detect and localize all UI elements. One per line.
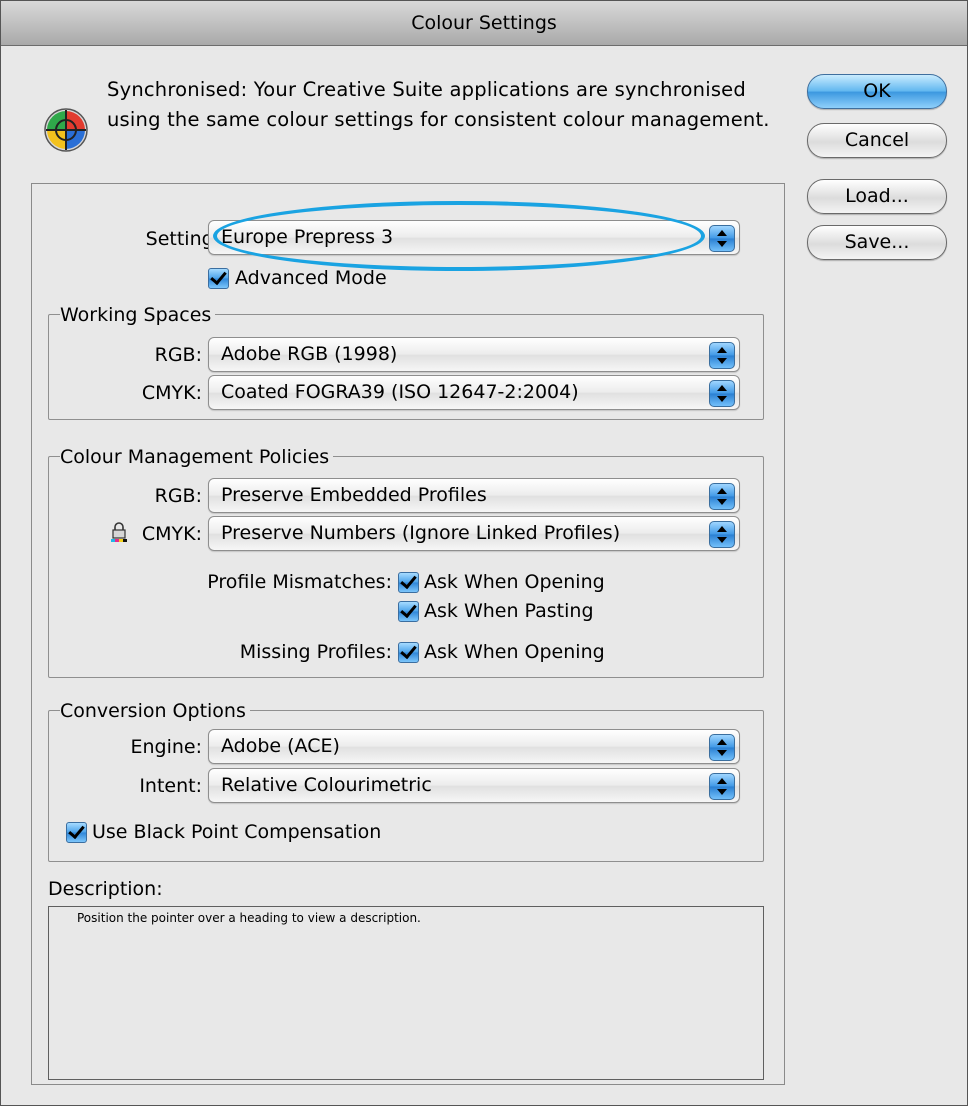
ws-rgb-value: Adobe RGB (1998): [221, 343, 398, 365]
chevron-updown-icon: [709, 521, 735, 548]
pol-cmyk-select[interactable]: Preserve Numbers (Ignore Linked Profiles…: [208, 516, 740, 551]
ws-rgb-select[interactable]: Adobe RGB (1998): [208, 337, 740, 372]
ws-cmyk-value: Coated FOGRA39 (ISO 12647-2:2004): [221, 381, 579, 403]
conversion-title: Conversion Options: [60, 700, 250, 722]
engine-value: Adobe (ACE): [221, 735, 340, 757]
intent-value: Relative Colourimetric: [221, 774, 432, 796]
ws-cmyk-label: CMYK:: [141, 382, 202, 404]
missing-profiles-label: Missing Profiles:: [239, 641, 392, 663]
settings-panel: Settings: Europe Prepress 3 Advanced Mod…: [31, 183, 785, 1085]
save-button[interactable]: Save...: [807, 225, 947, 260]
missing-opening-label: Ask When Opening: [424, 641, 605, 663]
engine-select[interactable]: Adobe (ACE): [208, 729, 740, 764]
chevron-updown-icon: [709, 483, 735, 510]
profile-mismatches-label: Profile Mismatches:: [207, 571, 392, 593]
sync-line-2: using the same colour settings for consi…: [107, 108, 770, 131]
ws-rgb-label: RGB:: [154, 344, 202, 366]
chevron-updown-icon: [709, 342, 735, 369]
black-point-label: Use Black Point Compensation: [92, 821, 382, 843]
chevron-updown-icon: [709, 773, 735, 800]
intent-label: Intent:: [139, 775, 202, 797]
engine-label: Engine:: [130, 736, 202, 758]
black-point-checkbox[interactable]: [66, 822, 87, 843]
chevron-updown-icon: [709, 380, 735, 407]
sync-line-1: Synchronised: Your Creative Suite applic…: [107, 78, 746, 101]
missing-opening-checkbox[interactable]: [398, 642, 419, 663]
sync-message: Synchronised: Your Creative Suite applic…: [107, 75, 787, 135]
pol-rgb-select[interactable]: Preserve Embedded Profiles: [208, 478, 740, 513]
advanced-mode-checkbox[interactable]: [208, 268, 229, 289]
colour-settings-dialog: Colour Settings Synchronised: Your Creat…: [0, 0, 968, 1106]
window-title: Colour Settings: [1, 1, 967, 46]
cancel-button[interactable]: Cancel: [807, 123, 947, 158]
intent-select[interactable]: Relative Colourimetric: [208, 768, 740, 803]
working-spaces-title: Working Spaces: [60, 304, 216, 326]
policies-title: Colour Management Policies: [60, 446, 334, 468]
settings-value: Europe Prepress 3: [221, 226, 394, 248]
advanced-mode-label: Advanced Mode: [235, 267, 387, 289]
pol-rgb-value: Preserve Embedded Profiles: [221, 484, 487, 506]
ws-cmyk-select[interactable]: Coated FOGRA39 (ISO 12647-2:2004): [208, 375, 740, 410]
ok-button[interactable]: OK: [807, 74, 947, 109]
color-wheel-icon: [44, 108, 88, 152]
settings-select[interactable]: Europe Prepress 3: [208, 220, 740, 255]
pol-cmyk-label: CMYK:: [141, 523, 202, 545]
mismatch-opening-checkbox[interactable]: [398, 572, 419, 593]
mismatch-pasting-label: Ask When Pasting: [424, 600, 594, 622]
description-text: Position the pointer over a heading to v…: [77, 911, 421, 925]
mismatch-pasting-checkbox[interactable]: [398, 601, 419, 622]
chevron-updown-icon: [709, 225, 735, 252]
description-box: Position the pointer over a heading to v…: [48, 906, 764, 1080]
chevron-updown-icon: [709, 734, 735, 761]
mismatch-opening-label: Ask When Opening: [424, 571, 605, 593]
pol-cmyk-value: Preserve Numbers (Ignore Linked Profiles…: [221, 522, 621, 544]
pol-rgb-label: RGB:: [154, 485, 202, 507]
description-label: Description:: [48, 878, 163, 900]
load-button[interactable]: Load...: [807, 179, 947, 214]
